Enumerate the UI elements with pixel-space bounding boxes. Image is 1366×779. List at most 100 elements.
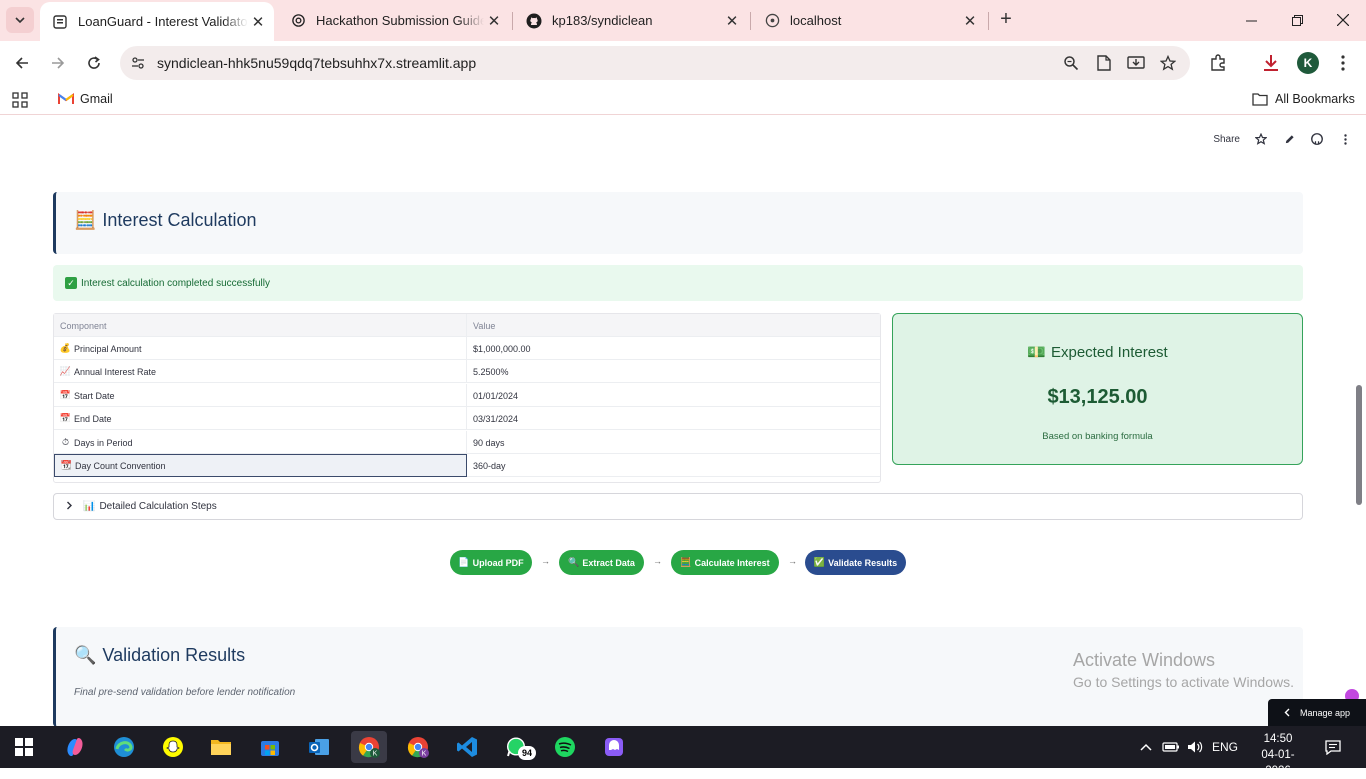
section-title: 🧮 Interest Calculation — [74, 210, 257, 231]
chevron-left-icon — [1284, 708, 1290, 719]
table-cell[interactable]: 5.2500% — [467, 360, 880, 383]
step-upload-pdf[interactable]: 📄 Upload PDF — [450, 550, 532, 575]
bookmark-gmail[interactable]: Gmail — [58, 92, 113, 106]
table-row[interactable]: 📈 Annual Interest Rate 5.2500% — [54, 360, 880, 383]
workflow-pipeline: 📄 Upload PDF → 🔍 Extract Data → 🧮 Calcul… — [0, 550, 1366, 576]
table-row[interactable]: 📅 End Date 03/31/2024 — [54, 407, 880, 430]
star-icon[interactable] — [1254, 132, 1268, 146]
back-arrow-icon[interactable] — [8, 49, 36, 77]
forward-arrow-icon[interactable] — [44, 49, 72, 77]
edge-icon[interactable] — [106, 731, 142, 763]
step-calculate-interest[interactable]: 🧮 Calculate Interest — [671, 550, 779, 575]
address-bar[interactable]: syndiclean-hhk5nu59qdq7tebsuhhx7x.stream… — [120, 46, 1190, 80]
activate-windows-watermark: Activate Windows Go to Settings to activ… — [1073, 650, 1294, 690]
tab-search-button[interactable] — [6, 7, 34, 33]
section-title: 🔍 Validation Results — [74, 645, 245, 666]
profile-avatar[interactable]: K — [1297, 52, 1319, 74]
extensions-puzzle-icon[interactable] — [1207, 52, 1229, 74]
expected-interest-title: 💵 Expected Interest — [893, 343, 1302, 362]
table-cell[interactable]: 💰 Principal Amount — [54, 337, 467, 360]
close-window-icon[interactable] — [1320, 0, 1366, 40]
volume-icon[interactable] — [1187, 726, 1203, 768]
table-cell[interactable]: 📈 Annual Interest Rate — [54, 360, 467, 383]
table-cell[interactable]: ⏱ Days in Period — [54, 431, 467, 454]
expected-interest-note: Based on banking formula — [1042, 431, 1153, 442]
table-row[interactable]: 📆 Day Count Convention 360-day — [54, 454, 880, 477]
download-icon[interactable] — [1260, 52, 1282, 74]
spotify-icon[interactable] — [547, 731, 583, 763]
magnifier-icon: 🔍 — [568, 557, 580, 567]
column-header[interactable]: Component — [54, 314, 467, 337]
restore-icon[interactable] — [1274, 0, 1320, 40]
table-header: Component Value — [54, 314, 880, 337]
close-tab-icon[interactable]: ✕ — [484, 12, 504, 30]
share-button[interactable]: Share — [1213, 134, 1240, 145]
calendar-icon: 📅 — [59, 413, 72, 423]
table-row[interactable]: ⏱ Days in Period 90 days — [54, 431, 880, 454]
step-extract-data[interactable]: 🔍 Extract Data — [559, 550, 644, 575]
new-tab-plus-icon[interactable]: + — [994, 8, 1018, 32]
install-app-icon[interactable] — [1126, 53, 1146, 73]
detailed-steps-expander[interactable]: 📊 Detailed Calculation Steps — [53, 493, 1303, 520]
page-scrollbar[interactable] — [1356, 385, 1362, 505]
language-indicator[interactable]: ENG — [1212, 726, 1238, 768]
table-cell[interactable]: 01/01/2024 — [467, 384, 880, 407]
system-clock[interactable]: 14:50 04-01-2026 — [1250, 731, 1306, 779]
zoom-icon[interactable] — [1061, 53, 1081, 73]
manage-app-button[interactable]: Manage app — [1268, 699, 1366, 726]
check-mark-icon: ✅ — [813, 557, 826, 567]
close-tab-icon[interactable]: ✕ — [960, 12, 980, 30]
microsoft-store-icon[interactable] — [252, 731, 288, 763]
outlook-icon[interactable] — [301, 731, 337, 763]
stopwatch-icon: ⏱ — [61, 437, 70, 447]
main-menu-icon[interactable] — [1338, 132, 1352, 146]
chevron-down-icon — [15, 17, 25, 24]
table-cell[interactable]: 360-day — [467, 454, 880, 477]
watermark-subtitle: Go to Settings to activate Windows. — [1073, 674, 1294, 690]
notifications-icon[interactable] — [1325, 726, 1341, 768]
minimize-icon[interactable] — [1228, 0, 1274, 40]
edit-pencil-icon[interactable] — [1282, 132, 1296, 146]
more-menu-icon[interactable] — [1332, 52, 1354, 74]
tab-title: Hackathon Submission Guidelines — [316, 13, 484, 28]
table-cell[interactable]: 📅 End Date — [54, 407, 467, 430]
streamlit-header: Share — [1213, 132, 1352, 146]
apps-grid-icon[interactable] — [12, 92, 28, 108]
copilot-icon[interactable] — [57, 731, 93, 763]
chrome-profile-k2-icon[interactable]: K — [400, 731, 436, 763]
tab-localhost[interactable]: localhost ✕ — [752, 0, 986, 41]
close-tab-icon[interactable]: ✕ — [722, 12, 742, 30]
close-tab-icon[interactable]: ✕ — [248, 13, 268, 31]
tab-loanguard[interactable]: LoanGuard - Interest Validator ✕ — [40, 2, 274, 41]
step-validate-results[interactable]: ✅ Validate Results — [805, 550, 906, 575]
all-bookmarks-button[interactable]: All Bookmarks — [1252, 92, 1355, 106]
reload-icon[interactable] — [80, 49, 108, 77]
table-cell[interactable]: $1,000,000.00 — [467, 337, 880, 360]
table-cell-selected[interactable]: 📆 Day Count Convention — [54, 454, 467, 477]
column-header[interactable]: Value — [467, 314, 880, 337]
url-text[interactable]: syndiclean-hhk5nu59qdq7tebsuhhx7x.stream… — [157, 55, 476, 71]
calculation-table[interactable]: Component Value 💰 Principal Amount $1,000… — [53, 313, 881, 483]
tab-title: kp183/syndiclean — [552, 13, 653, 28]
table-row[interactable]: 💰 Principal Amount $1,000,000.00 — [54, 337, 880, 360]
page-icon[interactable] — [1094, 53, 1114, 73]
table-cell[interactable]: 03/31/2024 — [467, 407, 880, 430]
bookmark-star-icon[interactable] — [1158, 53, 1178, 73]
game-app-icon[interactable] — [596, 731, 632, 763]
vscode-icon[interactable] — [449, 731, 485, 763]
github-icon[interactable] — [1310, 132, 1324, 146]
table-row[interactable]: 📅 Start Date 01/01/2024 — [54, 384, 880, 407]
table-cell[interactable]: 90 days — [467, 431, 880, 454]
battery-icon[interactable] — [1162, 726, 1180, 768]
tab-github[interactable]: kp183/syndiclean ✕ — [514, 0, 748, 41]
show-hidden-icons[interactable] — [1140, 726, 1152, 768]
tab-hackathon[interactable]: Hackathon Submission Guidelines ✕ — [278, 0, 510, 41]
snapchat-icon[interactable] — [155, 731, 191, 763]
table-cell[interactable]: 📅 Start Date — [54, 384, 467, 407]
chrome-profile-k-icon[interactable]: K — [351, 731, 387, 763]
document-icon: 📄 — [458, 557, 470, 567]
calendar-spiral-icon: 📆 — [60, 460, 73, 470]
windows-start-icon[interactable] — [6, 731, 42, 763]
file-explorer-icon[interactable] — [203, 731, 239, 763]
site-settings-icon[interactable] — [130, 55, 146, 71]
